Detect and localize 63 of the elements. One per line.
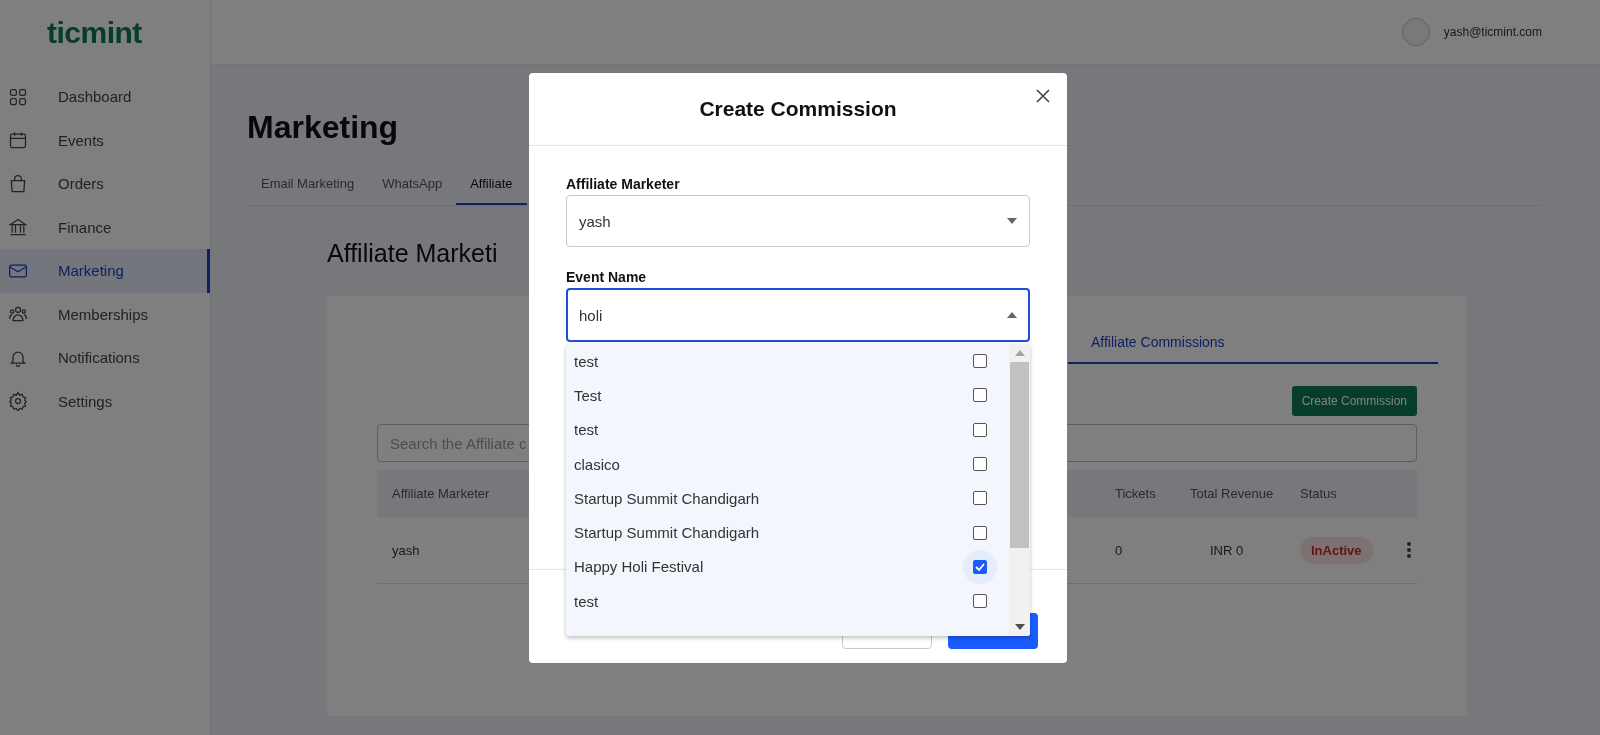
caret-icon[interactable] [1007,218,1017,224]
option-label: clasico [574,455,620,473]
section-title: Affiliate Marketi [327,239,499,268]
sidebar-item[interactable]: Settings [0,379,210,423]
modal-title: Create Commission [699,97,897,121]
select-field[interactable]: holi [566,288,1030,342]
tab[interactable]: Affiliate [456,168,527,205]
dropdown-option[interactable]: clasico [566,446,1009,482]
close-icon[interactable] [1036,89,1050,103]
sidebar-item[interactable]: Finance [0,205,210,249]
sidebar-item[interactable]: Dashboard [0,75,210,119]
dropdown-option[interactable]: test [566,412,1009,447]
caret-icon[interactable] [1007,312,1017,318]
sidebar-item[interactable]: Events [0,118,210,162]
logo: ticmint [46,15,143,51]
option-label: test [574,352,599,370]
scroll-down-icon[interactable] [1014,624,1025,630]
tab[interactable]: Email Marketing [247,168,369,205]
column-header: Status [1300,486,1338,501]
user-email: yash@ticmint.com [1443,25,1542,39]
dropdown-option[interactable]: Startup Summit Chandigarh [566,515,1009,550]
checkbox[interactable] [973,525,987,540]
status-badge: InActive [1300,536,1373,564]
sidebar-item[interactable]: Orders [0,162,210,206]
bag-icon [8,173,28,194]
field-label: Event Name [566,269,648,285]
field-label: Affiliate Marketer [566,176,681,192]
checkbox[interactable] [973,491,987,506]
sidebar-item[interactable]: Marketing [0,249,210,293]
more-icon[interactable] [1405,541,1412,559]
table-cell-text: 0 [1115,542,1124,558]
option-label: Startup Summit Chandigarh [574,489,760,507]
checkbox[interactable] [973,422,987,437]
bank-icon [8,217,28,238]
dropdown-option[interactable]: Test [566,378,1009,413]
checkbox[interactable] [973,354,987,369]
gear-icon [8,391,28,412]
option-label: test [574,421,599,439]
checkbox[interactable] [973,388,987,403]
dropdown-option[interactable]: Startup Summit Chandigarh [566,481,1009,516]
grid-icon [8,86,28,107]
table-cell-text: INR 0 [1209,542,1245,558]
table-cell-text: yash [391,542,421,558]
checkbox[interactable] [973,559,987,574]
checkbox[interactable] [973,457,987,472]
sidebar-item[interactable]: Notifications [0,336,210,380]
create-commission-button[interactable]: Create Commission [1291,386,1417,416]
column-header: Total Revenue [1190,486,1275,501]
option-label: Happy Holi Festival [574,558,704,576]
select-field[interactable]: yash [566,195,1030,247]
option-label: Test [574,386,602,404]
dropdown-option[interactable]: test [566,584,1009,619]
option-label: test [574,592,599,610]
tab[interactable]: Affiliate Commissions [1068,334,1438,364]
checkbox[interactable] [973,594,987,609]
tab[interactable]: WhatsApp [368,168,457,205]
dropdown-option[interactable]: Happy Holi Festival [566,549,1009,585]
column-header: Affiliate Marketer [391,486,491,501]
column-header: Tickets [1115,486,1157,501]
scrollbar[interactable] [1009,344,1030,636]
option-label: Startup Summit Chandigarh [574,524,760,542]
calendar-icon [8,130,28,151]
dropdown-option[interactable]: test [566,344,1009,379]
